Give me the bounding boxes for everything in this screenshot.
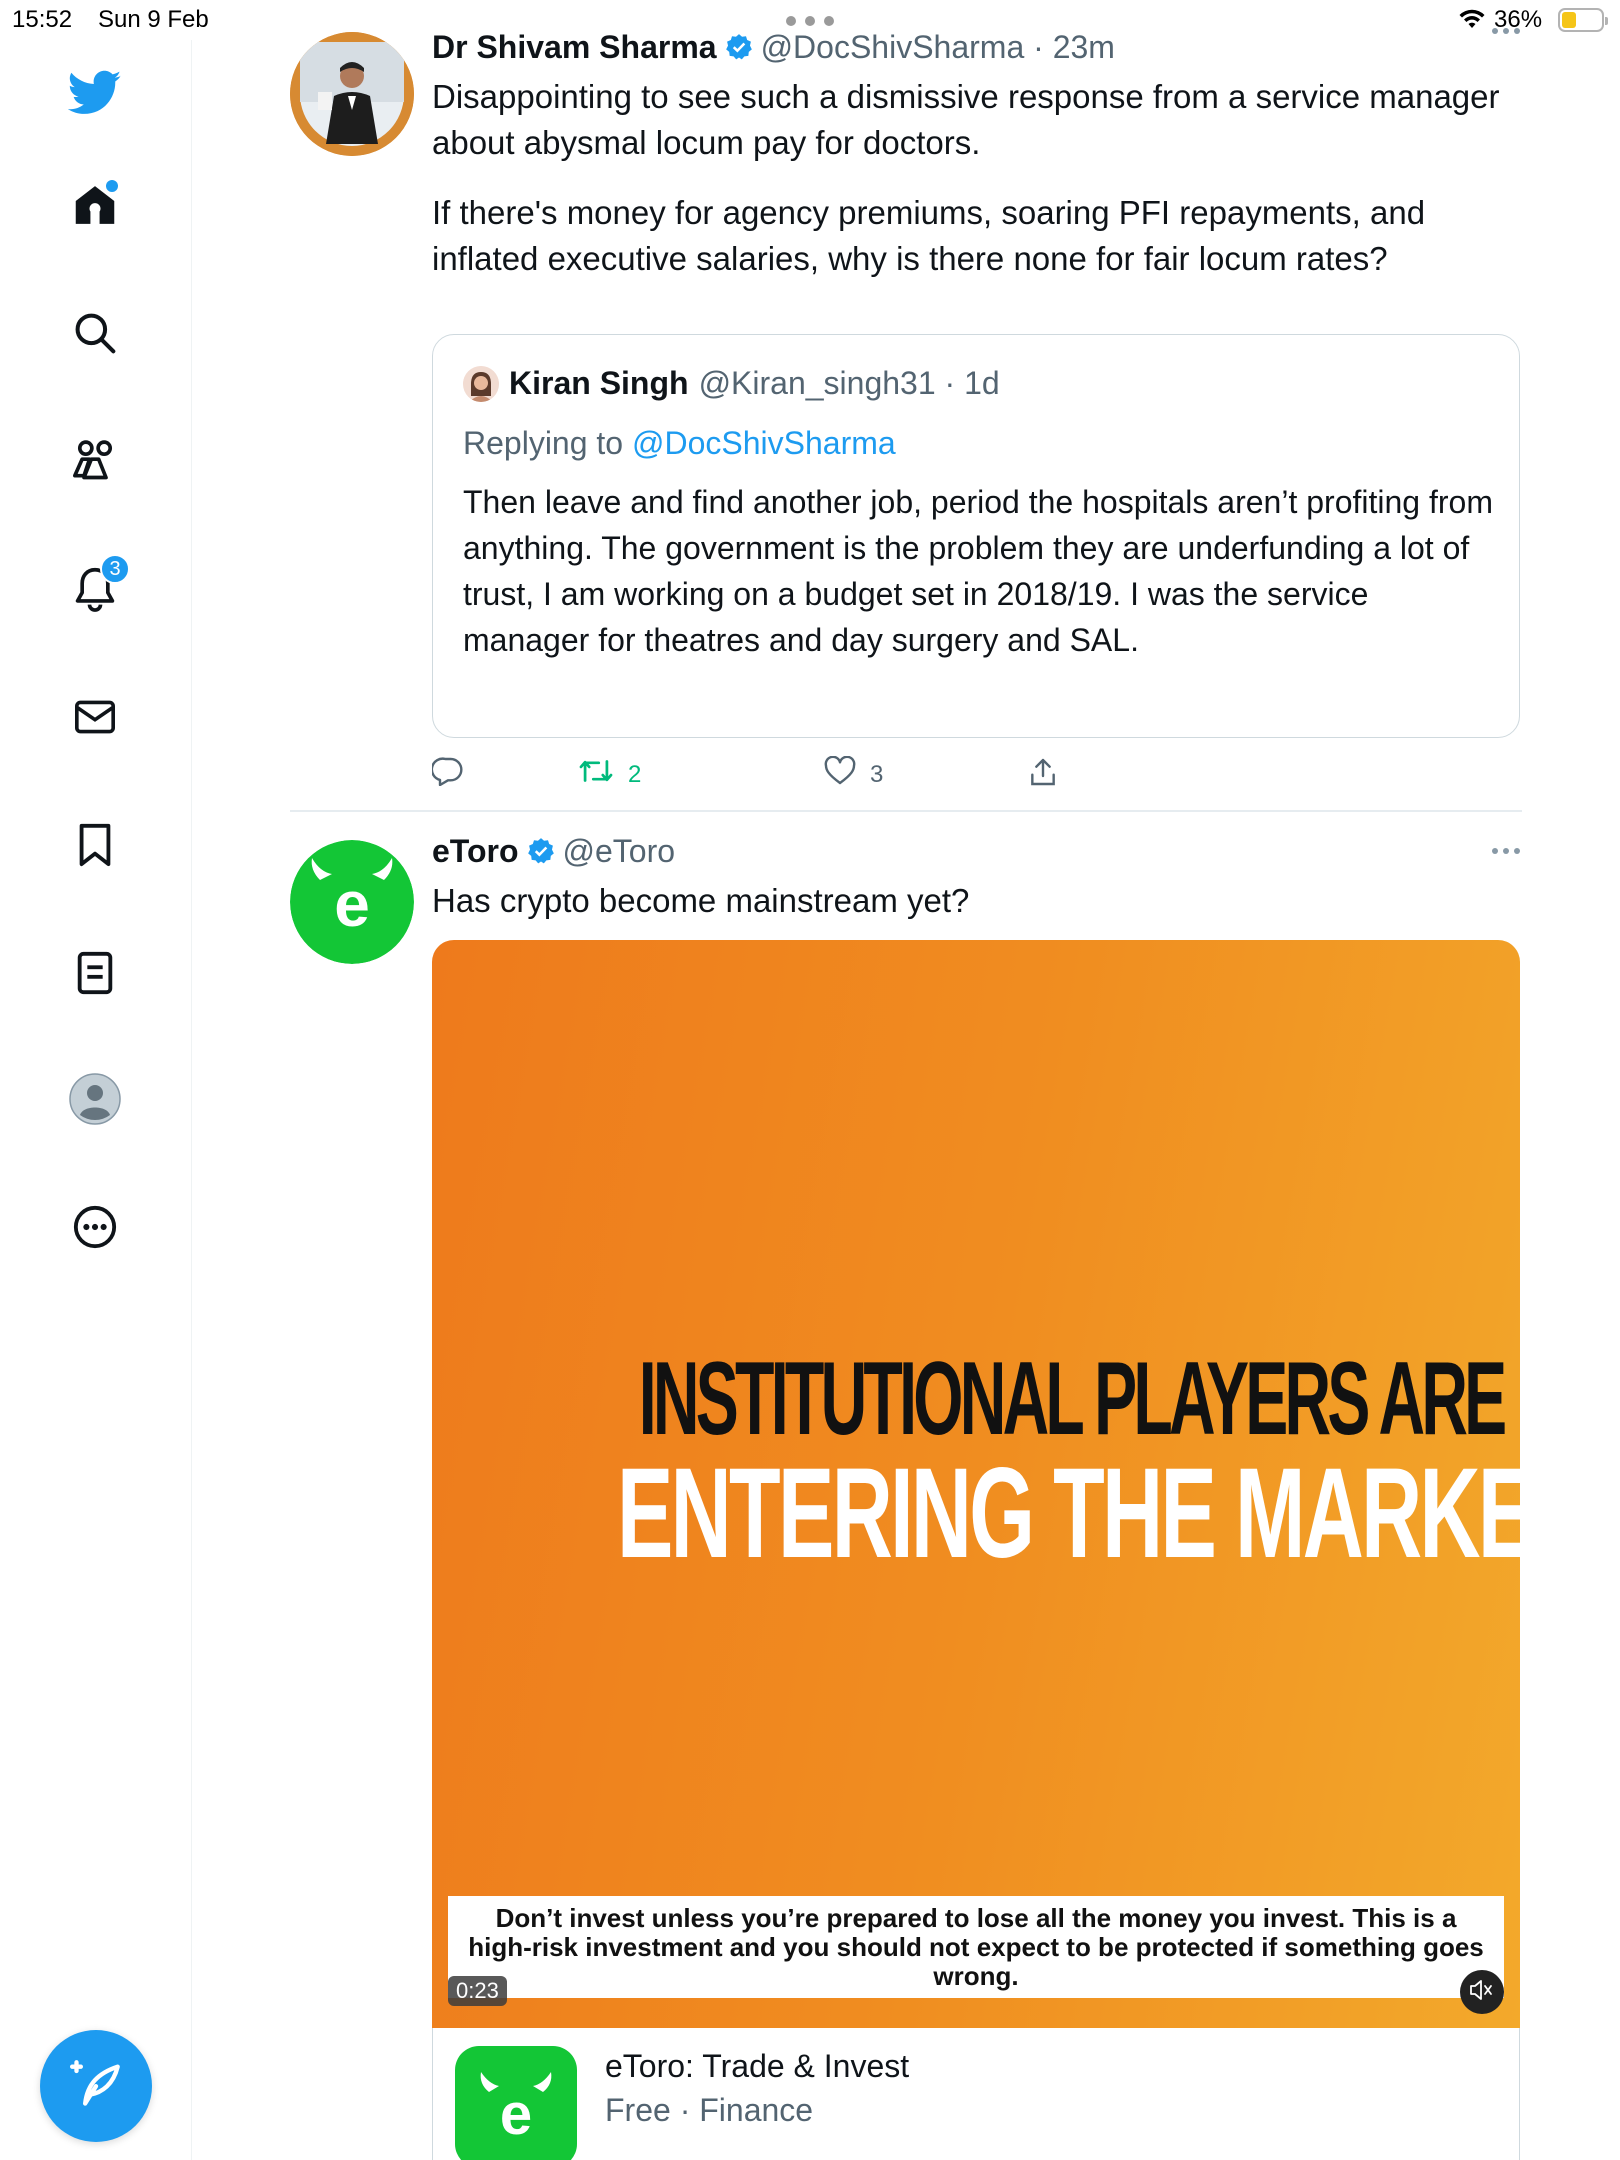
svg-text:e: e [500, 2082, 532, 2147]
twitter-logo-icon[interactable] [66, 64, 124, 122]
avatar[interactable]: e [290, 840, 414, 964]
like-button[interactable]: 3 [824, 755, 884, 793]
avatar[interactable] [290, 32, 414, 156]
like-count: 3 [870, 760, 884, 788]
retweet-icon [578, 756, 614, 793]
tweet-body: eToro @eToro Has crypto become mainstrea… [432, 830, 1520, 2160]
tweet-divider [290, 810, 1522, 812]
notifications-icon[interactable]: 3 [66, 554, 130, 618]
replying-mention-link[interactable]: @DocShivSharma [632, 425, 896, 461]
author-handle[interactable]: @DocShivSharma · 23m [761, 29, 1115, 66]
profile-icon[interactable] [66, 1070, 124, 1128]
tweet-header: eToro @eToro [432, 830, 1520, 872]
reply-icon [430, 756, 464, 793]
quoted-avatar[interactable] [463, 365, 499, 402]
app-card[interactable]: e eToro: Trade & Invest Free · Finance [432, 2028, 1520, 2160]
more-options-icon[interactable] [1492, 848, 1520, 854]
unread-dot [106, 180, 118, 192]
retweet-button[interactable]: 2 [578, 756, 641, 793]
replying-prefix: Replying to [463, 425, 624, 461]
app-title: eToro: Trade & Invest [605, 2048, 910, 2084]
verified-badge-icon [725, 33, 753, 61]
lists-icon[interactable] [66, 944, 124, 1002]
more-icon[interactable] [66, 1198, 124, 1256]
tweet-header: Dr Shivam Sharma @DocShivSharma · 23m [432, 26, 1520, 68]
notifications-badge: 3 [100, 554, 130, 584]
share-icon [1028, 756, 1058, 795]
video-player[interactable]: INSTITUTIONAL PLAYERS ARE ENTERING THE M… [432, 940, 1520, 2028]
sidebar-nav: 3 [0, 40, 192, 2160]
quoted-tweet[interactable]: Kiran Singh @Kiran_singh31 · 1d Replying… [432, 334, 1520, 738]
quoted-author-handle[interactable]: @Kiran_singh31 · 1d [699, 365, 1000, 402]
quoted-tweet-text: Then leave and find another job, period … [463, 484, 1493, 658]
bookmarks-icon[interactable] [66, 816, 124, 874]
tweet-text-2: If there's money for agency premiums, so… [432, 194, 1426, 277]
tweet-text: Has crypto become mainstream yet? [432, 882, 970, 919]
video-headline-2: ENTERING THE MARKET [616, 1442, 1520, 1585]
tweet-body: Dr Shivam Sharma @DocShivSharma · 23m Di… [430, 16, 1520, 788]
author-name[interactable]: Dr Shivam Sharma [432, 29, 717, 66]
heart-icon [824, 755, 856, 793]
speaker-muted-icon [1469, 1979, 1495, 2006]
tweet-text: Disappointing to see such a dismissive r… [432, 78, 1500, 161]
messages-icon[interactable] [66, 688, 124, 746]
verified-badge-icon [527, 837, 555, 865]
author-handle[interactable]: @eToro [563, 833, 676, 870]
video-duration: 0:23 [448, 1976, 507, 2006]
communities-icon[interactable] [66, 432, 124, 490]
author-name[interactable]: eToro [432, 833, 519, 870]
tweet-actions: 2 3 [430, 755, 1132, 796]
quoted-tweet-header: Kiran Singh @Kiran_singh31 · 1d [463, 365, 1000, 402]
svg-text:e: e [334, 868, 370, 940]
more-options-icon[interactable] [1492, 28, 1520, 34]
timeline: Dr Shivam Sharma @DocShivSharma · 23m Di… [192, 0, 1620, 2160]
app-subtitle: Free · Finance [605, 2092, 814, 2128]
home-icon[interactable] [66, 176, 124, 234]
search-icon[interactable] [66, 304, 124, 362]
quoted-author-name[interactable]: Kiran Singh [509, 365, 689, 402]
retweet-count: 2 [628, 760, 642, 788]
replying-to: Replying to @DocShivSharma [463, 425, 896, 462]
risk-disclaimer: Don’t invest unless you’re prepared to l… [448, 1896, 1504, 1998]
compose-tweet-button[interactable] [40, 2030, 152, 2142]
etoro-app-icon: e [455, 2046, 577, 2160]
compose-tweet-icon [70, 2058, 122, 2115]
reply-button[interactable] [430, 756, 478, 793]
share-button[interactable] [1028, 756, 1058, 795]
mute-button[interactable] [1460, 1970, 1504, 2014]
status-time: 15:52 [12, 6, 73, 33]
